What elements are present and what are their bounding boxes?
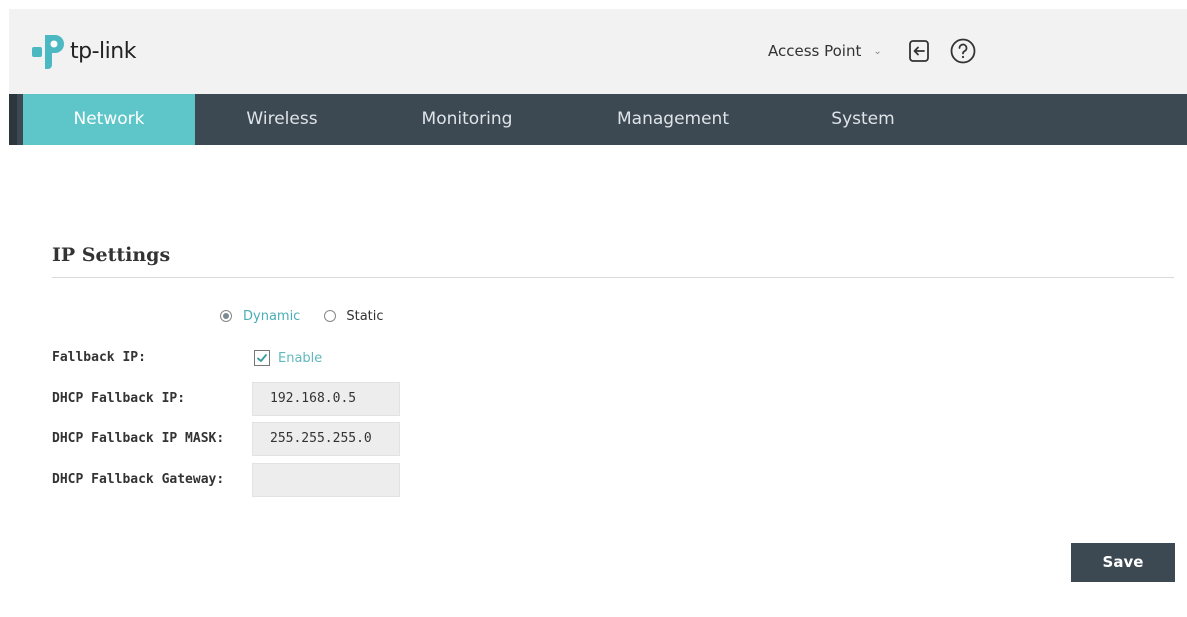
nav-edge — [9, 94, 17, 145]
ip-settings-title: IP Settings — [52, 244, 171, 266]
fallback-ip-enable: Enable — [254, 349, 322, 367]
static-radio-label[interactable]: Static — [346, 309, 383, 324]
dynamic-radio[interactable] — [220, 310, 232, 322]
dynamic-radio-label[interactable]: Dynamic — [243, 309, 300, 324]
dhcp-fallback-ip-label: DHCP Fallback IP: — [52, 391, 186, 406]
tab-monitoring[interactable]: Monitoring — [369, 94, 565, 145]
tab-network[interactable]: Network — [23, 94, 195, 145]
header-bar — [9, 9, 1187, 94]
dhcp-fallback-gateway-label: DHCP Fallback Gateway: — [52, 472, 225, 487]
header-controls: Access Point ⌄ — [768, 35, 977, 67]
enable-checkbox-label[interactable]: Enable — [278, 351, 322, 366]
checkmark-icon — [257, 354, 267, 362]
enable-checkbox[interactable] — [254, 350, 270, 366]
dhcp-fallback-mask-label: DHCP Fallback IP MASK: — [52, 431, 225, 446]
save-button[interactable]: Save — [1071, 543, 1175, 582]
dhcp-fallback-mask-field[interactable]: 255.255.255.0 — [252, 422, 400, 456]
dhcp-fallback-ip-field[interactable]: 192.168.0.5 — [252, 382, 400, 416]
tp-link-logo-icon — [32, 35, 64, 69]
radio-selected-dot — [223, 313, 229, 319]
mode-selector-label[interactable]: Access Point — [768, 42, 861, 60]
main-nav: Network Wireless Monitoring Management S… — [9, 94, 1187, 145]
tp-link-logo[interactable]: tp-link — [30, 25, 136, 77]
help-icon[interactable] — [949, 37, 977, 65]
dhcp-fallback-gateway-field[interactable] — [252, 463, 400, 497]
fallback-ip-label: Fallback IP: — [52, 350, 146, 365]
tab-management[interactable]: Management — [565, 94, 781, 145]
ip-mode-radio-group: Dynamic Static — [220, 306, 384, 326]
tab-system[interactable]: System — [781, 94, 945, 145]
logo-text: tp-link — [70, 38, 136, 64]
chevron-down-icon[interactable]: ⌄ — [873, 46, 881, 57]
section-divider — [52, 277, 1174, 278]
tab-wireless[interactable]: Wireless — [195, 94, 369, 145]
static-radio[interactable] — [324, 310, 337, 322]
logout-icon[interactable] — [905, 37, 933, 65]
